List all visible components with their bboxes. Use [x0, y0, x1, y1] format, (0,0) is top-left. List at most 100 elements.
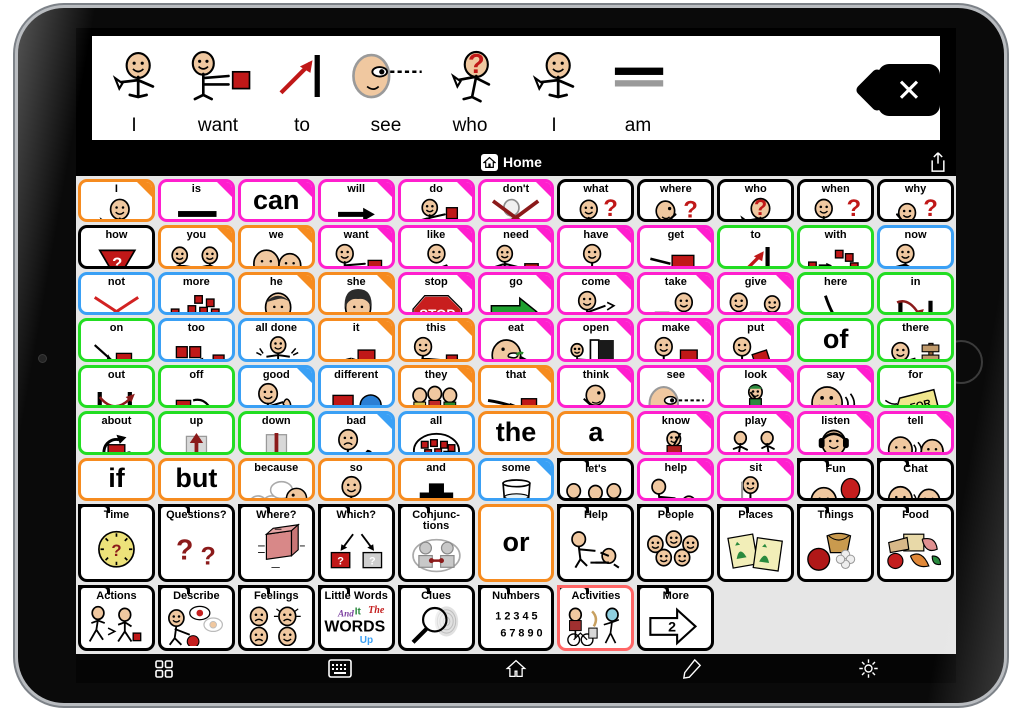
grid-cell-bad[interactable]: bad	[317, 411, 395, 455]
bottom-toolbar[interactable]	[76, 654, 956, 683]
settings-button[interactable]	[853, 658, 883, 680]
sentence-word-5[interactable]: I	[512, 36, 596, 140]
grid-cell-with[interactable]: with	[797, 225, 875, 269]
keyboard-button[interactable]	[325, 658, 355, 680]
grid-cell-if[interactable]: ifif	[78, 457, 155, 502]
grid-cell-where-[interactable]: Where?	[237, 504, 315, 582]
grid-cell-can[interactable]: cancan	[237, 179, 315, 223]
grid-cell-put[interactable]: put	[717, 318, 795, 362]
grid-cell-help[interactable]: help	[637, 457, 715, 502]
grid-cell-some[interactable]: some	[477, 457, 555, 502]
grid-cell-fun[interactable]: Fun	[797, 457, 875, 502]
grid-cell-see[interactable]: see	[637, 364, 715, 409]
breadcrumb-home[interactable]: Home	[481, 153, 542, 171]
grid-cell-numbers[interactable]: Numbers 1 2 3 4 5 6 7 8 9 0	[477, 584, 555, 651]
sentence-word-6[interactable]: am	[596, 36, 680, 140]
grid-cell-who[interactable]: who?	[717, 179, 795, 223]
grid-cell-let-s[interactable]: let's	[557, 457, 635, 502]
grid-cell-this[interactable]: this	[397, 318, 475, 362]
grid-cell-too[interactable]: too	[157, 318, 235, 362]
grid-cell-the[interactable]: thethe	[477, 411, 555, 455]
grid-cell-don-t[interactable]: don't	[477, 179, 555, 223]
grid-cell-little-words[interactable]: Little Words And It The WORDS Up	[317, 584, 395, 651]
grid-cell-people[interactable]: People	[637, 504, 715, 582]
home-button[interactable]	[501, 658, 531, 680]
sentence-word-0[interactable]: I	[92, 36, 176, 140]
grid-view-button[interactable]	[149, 658, 179, 680]
grid-cell-will[interactable]: will	[317, 179, 395, 223]
grid-cell-out[interactable]: out	[78, 364, 155, 409]
grid-cell-about[interactable]: about	[78, 411, 155, 455]
grid-cell-how[interactable]: how?	[78, 225, 155, 269]
grid-cell-why[interactable]: why?	[877, 179, 954, 223]
grid-cell-here[interactable]: here	[797, 271, 875, 316]
grid-cell-down[interactable]: down	[237, 411, 315, 455]
grid-cell-feelings[interactable]: Feelings	[237, 584, 315, 651]
grid-cell-open[interactable]: open	[557, 318, 635, 362]
grid-cell-of[interactable]: ofof	[797, 318, 875, 362]
grid-cell-good[interactable]: good	[237, 364, 315, 409]
grid-cell-up[interactable]: up	[157, 411, 235, 455]
grid-cell-food[interactable]: Food	[877, 504, 954, 582]
sentence-word-1[interactable]: want	[176, 36, 260, 140]
grid-cell-for[interactable]: for FOR	[877, 364, 954, 409]
grid-cell-it[interactable]: it	[317, 318, 395, 362]
grid-cell-more[interactable]: More 2	[637, 584, 715, 651]
grid-cell-what[interactable]: what?	[557, 179, 635, 223]
grid-cell-you[interactable]: you	[157, 225, 235, 269]
grid-cell-look[interactable]: look	[717, 364, 795, 409]
grid-cell-give[interactable]: give	[717, 271, 795, 316]
edit-button[interactable]	[677, 658, 707, 680]
grid-cell-she[interactable]: she	[317, 271, 395, 316]
grid-cell-have[interactable]: have	[557, 225, 635, 269]
grid-cell-questions-[interactable]: Questions???	[157, 504, 235, 582]
grid-cell-take[interactable]: take	[637, 271, 715, 316]
grid-cell-and[interactable]: and	[397, 457, 475, 502]
grid-cell-but[interactable]: butbut	[157, 457, 235, 502]
sentence-bar[interactable]: Iwant to see? who Iam ✕	[92, 36, 940, 140]
grid-cell-now[interactable]: now	[877, 225, 954, 269]
grid-cell-off[interactable]: off	[157, 364, 235, 409]
grid-cell-eat[interactable]: eat	[477, 318, 555, 362]
grid-cell-describe[interactable]: Describe	[157, 584, 235, 651]
grid-cell-want[interactable]: want	[317, 225, 395, 269]
grid-cell-places[interactable]: Places	[717, 504, 795, 582]
grid-cell-that[interactable]: that	[477, 364, 555, 409]
grid-cell-know[interactable]: know	[637, 411, 715, 455]
grid-cell-say[interactable]: say	[797, 364, 875, 409]
grid-cell-we[interactable]: we	[237, 225, 315, 269]
grid-cell-different[interactable]: different	[317, 364, 395, 409]
grid-cell-in[interactable]: in	[877, 271, 954, 316]
grid-cell-conjunc-tions[interactable]: Conjunc- tions	[397, 504, 475, 582]
grid-cell-to[interactable]: to	[717, 225, 795, 269]
grid-cell-chat[interactable]: Chat	[877, 457, 954, 502]
grid-cell-there[interactable]: there	[877, 318, 954, 362]
grid-cell-think[interactable]: think	[557, 364, 635, 409]
grid-cell-come[interactable]: come	[557, 271, 635, 316]
grid-cell-when[interactable]: when?	[797, 179, 875, 223]
grid-cell-or[interactable]: oror	[477, 504, 555, 582]
grid-cell-actions[interactable]: Actions	[78, 584, 155, 651]
grid-cell-help[interactable]: Help	[557, 504, 635, 582]
grid-cell-because[interactable]: because?	[237, 457, 315, 502]
clear-sentence-button[interactable]: ✕	[878, 64, 940, 116]
sentence-word-2[interactable]: to	[260, 36, 344, 140]
grid-cell-not[interactable]: not	[78, 271, 155, 316]
grid-cell-tell[interactable]: tell	[877, 411, 954, 455]
grid-cell-stop[interactable]: stop STOP	[397, 271, 475, 316]
grid-cell-make[interactable]: make	[637, 318, 715, 362]
grid-cell-do[interactable]: do	[397, 179, 475, 223]
grid-cell-i[interactable]: I	[78, 179, 155, 223]
grid-cell-he[interactable]: he	[237, 271, 315, 316]
grid-cell-time[interactable]: Time?	[78, 504, 155, 582]
grid-cell-get[interactable]: get	[637, 225, 715, 269]
grid-cell-activities[interactable]: Activities	[557, 584, 635, 651]
grid-cell-which-[interactable]: Which???	[317, 504, 395, 582]
grid-cell-clues[interactable]: Clues	[397, 584, 475, 651]
grid-cell-so[interactable]: so	[317, 457, 395, 502]
grid-cell-play[interactable]: play	[717, 411, 795, 455]
grid-cell-need[interactable]: need	[477, 225, 555, 269]
grid-cell-they[interactable]: they	[397, 364, 475, 409]
share-icon[interactable]	[928, 151, 948, 173]
grid-cell-more[interactable]: more	[157, 271, 235, 316]
